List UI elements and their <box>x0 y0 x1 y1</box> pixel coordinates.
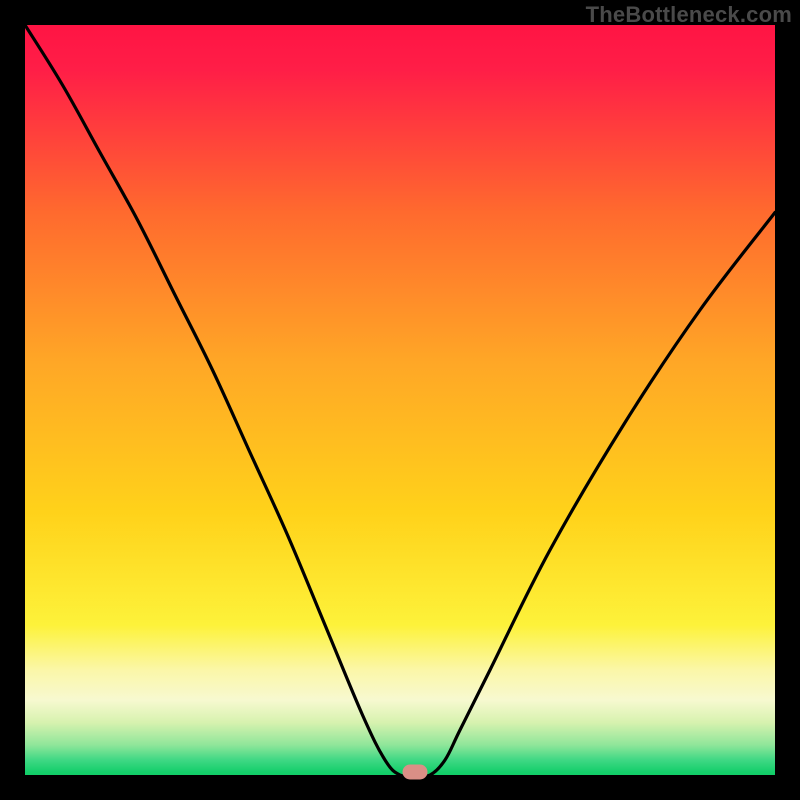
chart-svg <box>25 25 775 775</box>
plot-area <box>25 25 775 775</box>
chart-frame: TheBottleneck.com <box>0 0 800 800</box>
gradient-background <box>25 25 775 775</box>
optimum-marker <box>403 765 428 780</box>
watermark-text: TheBottleneck.com <box>586 2 792 28</box>
